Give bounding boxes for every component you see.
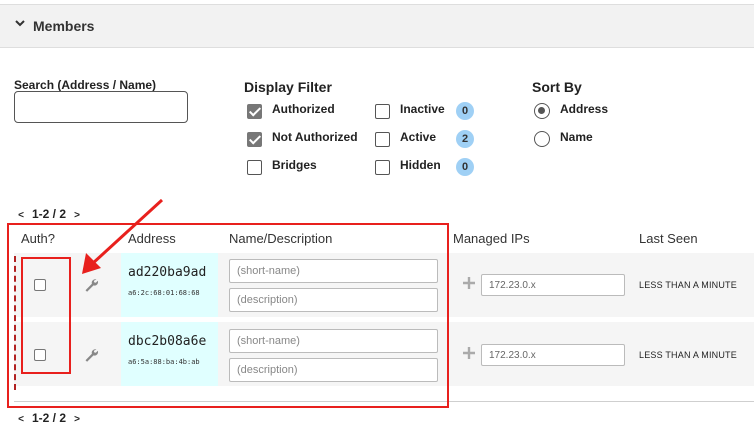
search-input[interactable] — [14, 91, 188, 123]
prev-page-button[interactable]: < — [14, 414, 28, 425]
inactive-checkbox[interactable] — [375, 104, 390, 119]
not-authorized-label: Not Authorized — [272, 130, 358, 144]
next-page-button[interactable]: > — [70, 414, 84, 425]
page-range: 1-2 / 2 — [32, 411, 67, 425]
bridges-checkbox[interactable] — [247, 160, 262, 175]
active-label: Active — [400, 130, 437, 144]
pagination-bottom: <1-2 / 2 > — [14, 411, 84, 425]
next-page-button[interactable]: > — [70, 210, 84, 221]
managed-ip-input[interactable] — [481, 274, 625, 296]
authorized-label: Authorized — [272, 102, 335, 116]
inactive-label: Inactive — [400, 102, 445, 116]
page-range: 1-2 / 2 — [32, 207, 67, 221]
column-header-last-seen: Last Seen — [639, 231, 698, 246]
sort-name-radio[interactable] — [534, 131, 550, 147]
chevron-down-icon[interactable] — [14, 17, 26, 29]
bridges-label: Bridges — [272, 158, 317, 172]
column-header-managed-ips: Managed IPs — [453, 231, 530, 246]
managed-ip-input[interactable] — [481, 344, 625, 366]
active-checkbox[interactable] — [375, 132, 390, 147]
hidden-count-badge: 0 — [456, 158, 474, 176]
sort-address-label: Address — [560, 102, 609, 116]
search-label: Search (Address / Name) — [14, 78, 157, 92]
annotation-dashed-line — [14, 256, 16, 390]
add-ip-icon[interactable] — [463, 347, 475, 359]
last-seen-value: LESS THAN A MINUTE — [639, 350, 737, 360]
members-section-header[interactable]: Members — [0, 4, 754, 48]
inactive-count-badge: 0 — [456, 102, 474, 120]
sort-address-radio[interactable] — [534, 103, 550, 119]
add-ip-icon[interactable] — [463, 277, 475, 289]
display-filter-title: Display Filter — [244, 79, 332, 95]
pagination-top: <1-2 / 2 > — [14, 207, 84, 221]
annotation-outer-box — [7, 223, 449, 408]
last-seen-value: LESS THAN A MINUTE — [639, 280, 737, 290]
not-authorized-checkbox[interactable] — [247, 132, 262, 147]
hidden-label: Hidden — [400, 158, 441, 172]
section-title: Members — [33, 18, 95, 34]
hidden-checkbox[interactable] — [375, 160, 390, 175]
prev-page-button[interactable]: < — [14, 210, 28, 221]
active-count-badge: 2 — [456, 130, 474, 148]
annotation-auth-box — [21, 257, 71, 374]
sort-name-label: Name — [560, 130, 593, 144]
authorized-checkbox[interactable] — [247, 104, 262, 119]
sort-by-title: Sort By — [532, 79, 582, 95]
